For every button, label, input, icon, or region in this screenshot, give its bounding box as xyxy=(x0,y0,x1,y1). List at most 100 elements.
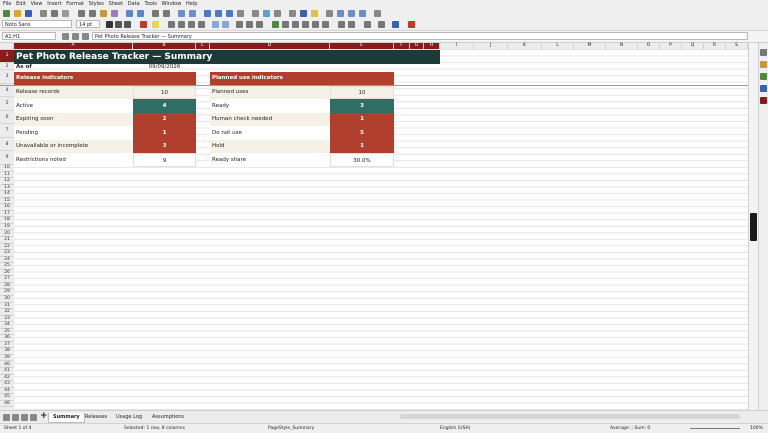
restrictions-value[interactable]: 9 xyxy=(133,153,196,167)
planned-uses-value[interactable]: 10 xyxy=(330,86,394,99)
paste-icon[interactable] xyxy=(100,10,107,17)
open-icon[interactable] xyxy=(14,10,21,17)
hyperlink-icon[interactable] xyxy=(300,10,307,17)
as-of-date[interactable]: 09/09/2026 xyxy=(133,64,196,71)
clone-formatting-icon[interactable] xyxy=(111,10,118,17)
release-records-label[interactable]: Release records xyxy=(14,86,133,99)
restrictions-label[interactable]: Restrictions noted xyxy=(14,153,133,167)
redo-icon[interactable] xyxy=(137,10,144,17)
export-pdf-icon[interactable] xyxy=(40,10,47,17)
border-color-icon[interactable] xyxy=(392,21,399,28)
find-replace-icon[interactable] xyxy=(152,10,159,17)
align-top-icon[interactable] xyxy=(236,21,243,28)
release-indicators-header[interactable]: Release indicators xyxy=(14,72,133,85)
tab-assumptions[interactable]: Assumptions xyxy=(148,413,188,422)
sort-icon[interactable] xyxy=(204,10,211,17)
define-print-area-icon[interactable] xyxy=(337,10,344,17)
menu-sheet[interactable]: Sheet xyxy=(109,0,123,8)
functions-icon[interactable] xyxy=(760,97,767,104)
conditional-format-icon[interactable] xyxy=(408,21,415,28)
as-of-label[interactable]: As of xyxy=(14,64,133,71)
sort-descending-icon[interactable] xyxy=(226,10,233,17)
show-draw-functions-icon[interactable] xyxy=(374,10,381,17)
row-header[interactable]: 14 xyxy=(0,191,14,198)
expiring-soon-value[interactable]: 2 xyxy=(133,113,196,126)
row-header[interactable]: 7 xyxy=(0,124,14,138)
align-right-icon[interactable] xyxy=(188,21,195,28)
row-header[interactable]: 3 xyxy=(0,70,14,84)
row-header[interactable]: 9 xyxy=(0,151,14,165)
menu-edit[interactable]: Edit xyxy=(16,0,26,8)
border-style-icon[interactable] xyxy=(378,21,385,28)
row-header[interactable]: 8 xyxy=(0,138,14,151)
release-indicators-header-value[interactable] xyxy=(133,72,196,85)
unavailable-label[interactable]: Unavailable or incomplete xyxy=(14,140,133,153)
ready-label[interactable]: Ready xyxy=(210,99,330,113)
tab-summary[interactable]: Summary xyxy=(48,413,85,423)
percent-icon[interactable] xyxy=(282,21,289,28)
human-check-label[interactable]: Human check needed xyxy=(210,113,330,126)
menu-format[interactable]: Format xyxy=(66,0,84,8)
row-header[interactable]: 6 xyxy=(0,111,14,124)
row-header[interactable]: 5 xyxy=(0,97,14,111)
next-sheet-icon[interactable] xyxy=(21,414,28,421)
cut-icon[interactable] xyxy=(78,10,85,17)
font-color-icon[interactable] xyxy=(140,21,147,28)
add-decimal-icon[interactable] xyxy=(312,21,319,28)
copy-icon[interactable] xyxy=(89,10,96,17)
active-value[interactable]: 4 xyxy=(133,99,196,113)
sheet-title[interactable]: Pet Photo Release Tracker — Summary xyxy=(14,50,440,64)
row-header[interactable]: 2 xyxy=(0,63,14,70)
justify-icon[interactable] xyxy=(198,21,205,28)
column-icon[interactable] xyxy=(189,10,196,17)
menu-styles[interactable]: Styles xyxy=(89,0,104,8)
bold-icon[interactable] xyxy=(106,21,113,28)
headers-footers-icon[interactable] xyxy=(326,10,333,17)
properties-icon[interactable] xyxy=(760,49,767,56)
insert-chart-icon[interactable] xyxy=(263,10,270,17)
delete-decimal-icon[interactable] xyxy=(322,21,329,28)
row-header[interactable]: 29 xyxy=(0,289,14,296)
row-header[interactable]: 19 xyxy=(0,223,14,231)
styles-icon[interactable] xyxy=(760,61,767,68)
align-bottom-icon[interactable] xyxy=(256,21,263,28)
horizontal-scrollbar[interactable] xyxy=(400,414,740,419)
underline-icon[interactable] xyxy=(124,21,131,28)
add-sheet-icon[interactable]: + xyxy=(40,412,48,421)
align-center-icon[interactable] xyxy=(178,21,185,28)
tab-usage-log[interactable]: Usage Log xyxy=(112,413,146,422)
active-label[interactable]: Active xyxy=(14,99,133,113)
align-middle-icon[interactable] xyxy=(246,21,253,28)
pending-label[interactable]: Pending xyxy=(14,126,133,140)
sum-icon[interactable] xyxy=(72,33,79,40)
name-box[interactable]: A1:H1 xyxy=(2,32,56,40)
last-sheet-icon[interactable] xyxy=(30,414,37,421)
print-preview-icon[interactable] xyxy=(62,10,69,17)
sort-ascending-icon[interactable] xyxy=(215,10,222,17)
scrollbar-thumb[interactable] xyxy=(750,213,757,241)
new-icon[interactable] xyxy=(3,10,10,17)
hold-label[interactable]: Hold xyxy=(210,140,330,153)
first-sheet-icon[interactable] xyxy=(3,414,10,421)
gallery-icon[interactable] xyxy=(760,73,767,80)
autofilter-icon[interactable] xyxy=(237,10,244,17)
outdent-icon[interactable] xyxy=(348,21,355,28)
insert-image-icon[interactable] xyxy=(252,10,259,17)
zoom-slider[interactable] xyxy=(690,428,740,429)
row-header[interactable]: 34 xyxy=(0,322,14,329)
borders-icon[interactable] xyxy=(364,21,371,28)
number-format-icon[interactable] xyxy=(292,21,299,28)
expiring-soon-label[interactable]: Expiring soon xyxy=(14,113,133,126)
planned-uses-label[interactable]: Planned uses xyxy=(210,86,330,99)
print-icon[interactable] xyxy=(51,10,58,17)
menu-data[interactable]: Data xyxy=(128,0,140,8)
freeze-rows-icon[interactable] xyxy=(348,10,355,17)
menu-window[interactable]: Window xyxy=(162,0,182,8)
ready-share-label[interactable]: Ready share xyxy=(210,153,330,167)
do-not-use-value[interactable]: 5 xyxy=(330,126,394,140)
menu-insert[interactable]: Insert xyxy=(47,0,61,8)
highlight-icon[interactable] xyxy=(152,21,159,28)
menu-view[interactable]: View xyxy=(31,0,43,8)
comment-icon[interactable] xyxy=(311,10,318,17)
split-window-icon[interactable] xyxy=(359,10,366,17)
